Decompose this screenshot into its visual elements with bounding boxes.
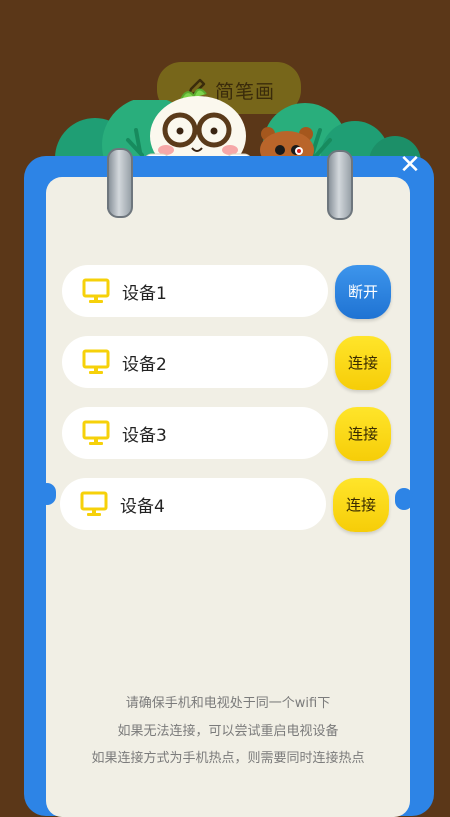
- hint-text-2: 如果无法连接，可以尝试重启电视设备: [117, 724, 339, 739]
- monitor-icon: [82, 349, 110, 374]
- connect-button-4[interactable]: 连接: [333, 478, 389, 532]
- device-name: 设备3: [122, 426, 167, 446]
- connect-button-3[interactable]: 连接: [335, 407, 391, 461]
- disconnect-button-1[interactable]: 断开: [335, 265, 391, 319]
- monitor-icon: [82, 420, 110, 445]
- device-row-3: 设备3: [62, 407, 328, 459]
- hint-text-1: 请确保手机和电视处于同一个wifi下: [125, 696, 331, 711]
- binder-ring: [327, 150, 353, 220]
- device-name: 设备4: [120, 497, 165, 517]
- frame-notch-left: [38, 483, 56, 505]
- monitor-icon: [82, 278, 110, 303]
- close-button[interactable]: ✕: [393, 148, 427, 182]
- binder-ring: [107, 148, 133, 218]
- device-row-4: 设备4: [60, 478, 326, 530]
- hint-text-3: 如果连接方式为手机热点，则需要同时连接热点: [91, 751, 365, 766]
- device-row-1: 设备1: [62, 265, 328, 317]
- monitor-icon: [80, 491, 108, 516]
- connect-button-2[interactable]: 连接: [335, 336, 391, 390]
- frame-notch-right: [395, 488, 413, 510]
- device-name: 设备1: [122, 284, 167, 304]
- device-name: 设备2: [122, 355, 167, 375]
- device-row-2: 设备2: [62, 336, 328, 388]
- close-icon: ✕: [399, 150, 421, 180]
